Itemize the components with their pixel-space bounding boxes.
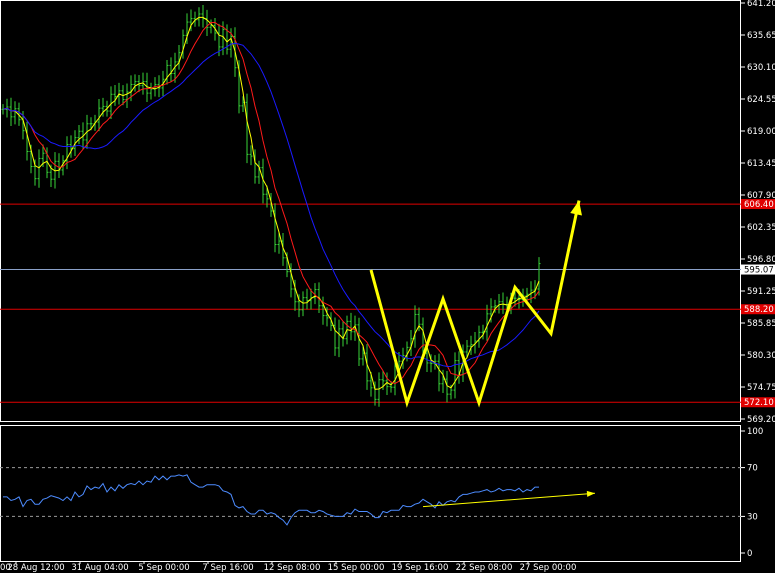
oscillator-tick-label: 30 bbox=[747, 512, 758, 522]
price-tick-label: 596.80 bbox=[747, 255, 775, 265]
price-bar bbox=[37, 149, 41, 188]
price-bar bbox=[209, 19, 213, 34]
price-bar bbox=[341, 320, 345, 347]
price-bar bbox=[477, 325, 481, 348]
oscillator-trendline bbox=[422, 490, 596, 508]
price-bar bbox=[349, 312, 353, 341]
price-line-label: 572.10 bbox=[744, 398, 774, 408]
zigzag-annotation bbox=[369, 200, 582, 408]
price-bar bbox=[401, 347, 405, 369]
price-bar bbox=[25, 121, 29, 161]
price-line-label: 588.20 bbox=[744, 305, 774, 315]
trendline-arrowhead bbox=[586, 490, 595, 497]
time-tick-label: 27 Sep 00:00 bbox=[520, 563, 577, 573]
price-bar bbox=[113, 85, 117, 106]
price-tick-label: 624.55 bbox=[747, 95, 775, 105]
time-tick-label: 15 Sep 00:00 bbox=[328, 563, 385, 573]
moving-averages bbox=[2, 16, 540, 390]
price-bar bbox=[165, 59, 169, 85]
time-tick-label: 22 Sep 08:00 bbox=[456, 563, 513, 573]
oscillator-tick-label: 100 bbox=[747, 427, 763, 437]
price-tick-label: 580.30 bbox=[747, 351, 775, 361]
zigzag-path bbox=[369, 200, 581, 408]
price-bar bbox=[205, 9, 209, 36]
price-bar bbox=[257, 160, 261, 184]
price-tick-label: 641.20 bbox=[747, 0, 775, 9]
price-tick-label: 630.10 bbox=[747, 63, 775, 73]
price-bar bbox=[169, 57, 173, 82]
price-bar bbox=[301, 291, 305, 317]
time-tick-label: 19 Sep 16:00 bbox=[392, 563, 449, 573]
time-tick-label: 7 Sep 16:00 bbox=[202, 563, 253, 573]
price-tick-label: 574.75 bbox=[747, 383, 775, 393]
price-panel-frame bbox=[0, 0, 741, 422]
price-bar bbox=[149, 82, 153, 100]
price-bar bbox=[249, 145, 253, 166]
price-bar bbox=[201, 4, 205, 28]
price-line-label: 606.40 bbox=[744, 200, 774, 210]
price-bar bbox=[125, 83, 129, 108]
price-axis: 641.20635.65630.10624.55619.00613.45607.… bbox=[741, 0, 775, 425]
price-bar bbox=[97, 99, 101, 132]
price-bar bbox=[133, 74, 137, 92]
price-bar bbox=[529, 281, 533, 304]
time-tick-label: 28 Aug 12:00 bbox=[7, 563, 64, 573]
chart: 641.20 635.65 630.10 624.55 619.00 613.45 607.… bbox=[0, 0, 775, 573]
price-bar bbox=[197, 7, 201, 27]
price-bar bbox=[501, 292, 505, 314]
price-tick-label: 619.00 bbox=[747, 127, 775, 137]
price-bar bbox=[305, 288, 309, 310]
price-tick-label: 635.65 bbox=[747, 31, 775, 41]
oscillator-levels bbox=[0, 467, 741, 517]
oscillator-panel-frame bbox=[0, 425, 741, 562]
oscillator-series-line bbox=[3, 474, 539, 526]
price-bar bbox=[437, 353, 441, 392]
price-bar bbox=[333, 317, 337, 356]
price-line-label: 595.07 bbox=[744, 266, 774, 276]
price-bar bbox=[9, 97, 13, 127]
oscillator-tick-label: 70 bbox=[747, 464, 758, 474]
price-bar bbox=[453, 352, 457, 399]
price-tick-label: 602.35 bbox=[747, 223, 775, 233]
price-bar bbox=[357, 317, 361, 367]
oscillator-line bbox=[3, 474, 539, 526]
time-tick-label: 12 Sep 08:00 bbox=[264, 563, 321, 573]
price-bar bbox=[537, 257, 541, 296]
price-tick-label: 585.85 bbox=[747, 319, 775, 329]
oscillator-tick-label: 0 bbox=[747, 549, 752, 559]
price-bar bbox=[13, 101, 17, 125]
price-bar bbox=[457, 351, 461, 384]
price-bar bbox=[497, 293, 501, 314]
time-tick-label: 31 Aug 04:00 bbox=[71, 563, 128, 573]
trendline-path bbox=[422, 492, 596, 508]
price-bar bbox=[337, 319, 341, 358]
price-tick-label: 591.25 bbox=[747, 287, 775, 297]
price-bar bbox=[273, 203, 277, 253]
ma-fast-line bbox=[2, 16, 540, 390]
price-bar bbox=[413, 305, 417, 348]
price-bar bbox=[177, 44, 181, 70]
price-tick-label: 613.45 bbox=[747, 159, 775, 169]
price-bar bbox=[57, 153, 61, 179]
time-tick-label: 5 Sep 00:00 bbox=[138, 563, 189, 573]
price-tick-label: 569.20 bbox=[747, 415, 775, 425]
time-axis: 0028 Aug 12:00 31 Aug 04:00 5 Sep 00:00 7 S… bbox=[0, 561, 576, 573]
price-bar bbox=[469, 335, 473, 355]
oscillator-axis: 100 70 30 0 bbox=[741, 427, 763, 559]
zigzag-arrowhead bbox=[570, 200, 582, 216]
chart-canvas: 641.20635.65630.10624.55619.00613.45607.… bbox=[0, 0, 775, 573]
price-bar bbox=[245, 93, 249, 164]
